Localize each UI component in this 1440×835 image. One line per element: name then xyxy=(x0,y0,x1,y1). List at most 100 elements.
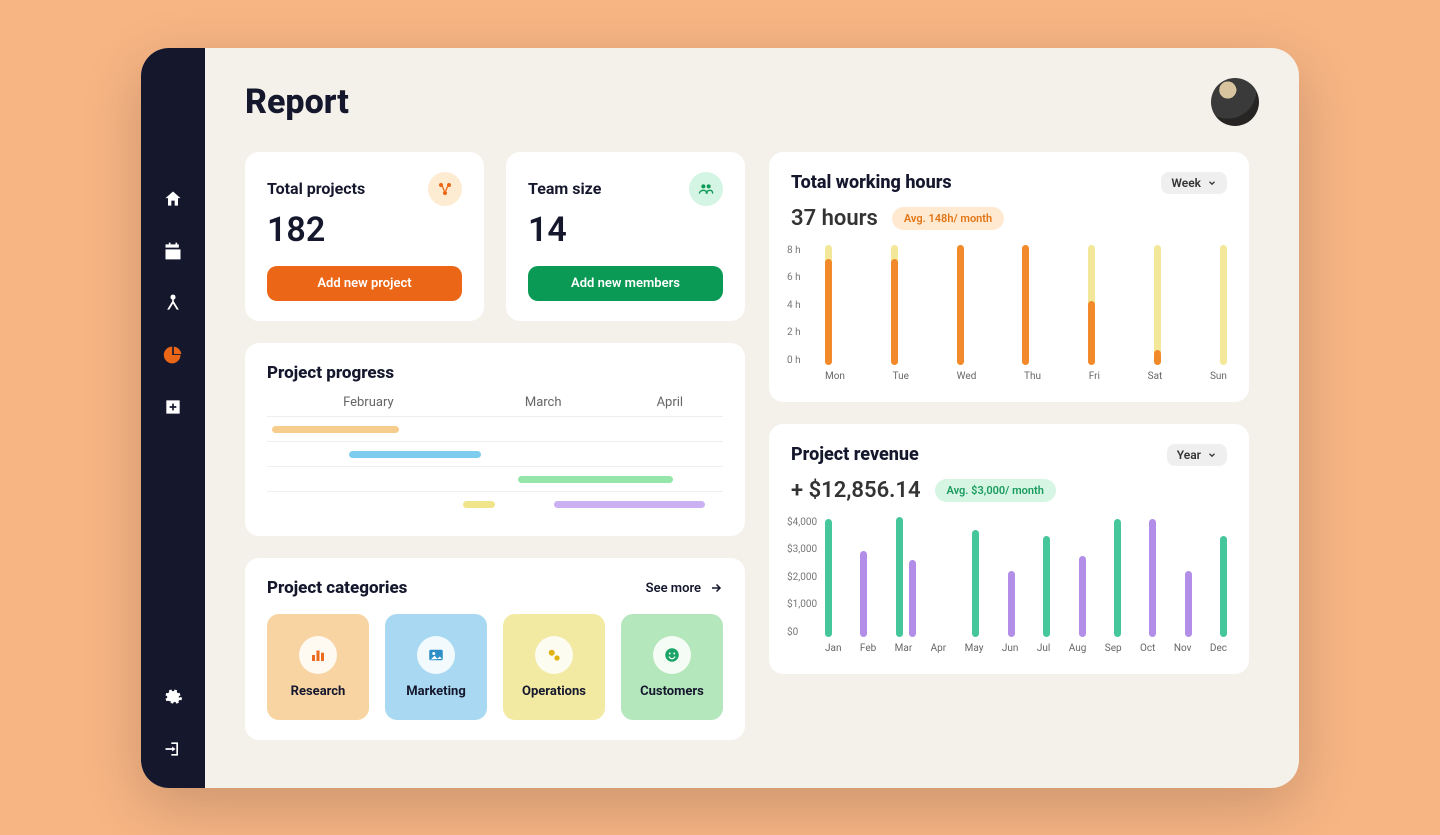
period-select-revenue[interactable]: Year xyxy=(1167,444,1227,466)
bar-column xyxy=(891,245,898,365)
chevron-down-icon xyxy=(1207,178,1217,188)
y-tick: 6 h xyxy=(787,272,801,283)
bar-column xyxy=(1154,245,1161,365)
bar xyxy=(1185,571,1192,637)
progress-month: April xyxy=(617,395,723,417)
x-tick: Apr xyxy=(931,643,947,654)
category-card[interactable]: Operations xyxy=(503,614,605,720)
card-title: Total working hours xyxy=(791,172,952,193)
chevron-down-icon xyxy=(1207,450,1217,460)
main: Report Total projects 182 Add new pro xyxy=(205,48,1299,788)
bar-group xyxy=(972,517,979,637)
x-tick: Nov xyxy=(1174,643,1192,654)
x-tick: May xyxy=(965,643,984,654)
y-tick: 8 h xyxy=(787,245,801,256)
bar xyxy=(1043,536,1050,636)
stat-label: Team size xyxy=(528,179,601,198)
x-tick: Aug xyxy=(1069,643,1087,654)
team-size-card: Team size 14 Add new members xyxy=(506,152,745,321)
x-tick: Fri xyxy=(1089,371,1100,382)
x-tick: Oct xyxy=(1140,643,1155,654)
x-tick: Thu xyxy=(1024,371,1041,382)
y-tick: $3,000 xyxy=(787,544,817,555)
bar-group xyxy=(1043,517,1050,637)
add-square-icon[interactable] xyxy=(162,396,184,418)
logout-icon[interactable] xyxy=(162,738,184,760)
topbar: Report xyxy=(245,78,1259,126)
hours-chart: 8 h6 h4 h2 h0 h MonTueWedThuFriSatSun xyxy=(791,245,1227,382)
bar xyxy=(1079,556,1086,637)
stats-row: Total projects 182 Add new project Team … xyxy=(245,152,745,321)
bar-group xyxy=(860,517,867,637)
network-icon xyxy=(428,172,462,206)
category-card[interactable]: Customers xyxy=(621,614,723,720)
stat-value: 182 xyxy=(267,210,462,250)
bar xyxy=(860,551,867,636)
x-tick: Sep xyxy=(1105,643,1122,654)
revenue-badge: Avg. $3,000/ month xyxy=(935,479,1056,502)
bar xyxy=(1114,519,1121,636)
add-members-button[interactable]: Add new members xyxy=(528,266,723,301)
category-label: Operations xyxy=(522,684,586,699)
bar-group xyxy=(1079,517,1086,637)
y-tick: $0 xyxy=(787,627,817,638)
x-tick: Feb xyxy=(860,643,876,654)
x-tick: Mon xyxy=(825,371,845,382)
x-tick: Jun xyxy=(1002,643,1019,654)
stat-label: Total projects xyxy=(267,179,365,198)
card-title: Project progress xyxy=(267,363,723,383)
y-tick: 2 h xyxy=(787,327,801,338)
category-card[interactable]: Research xyxy=(267,614,369,720)
calendar-icon[interactable] xyxy=(162,240,184,262)
bar-column xyxy=(825,245,832,365)
add-project-button[interactable]: Add new project xyxy=(267,266,462,301)
category-label: Marketing xyxy=(406,684,466,699)
hours-headline: 37 hours xyxy=(791,206,878,231)
bar-column xyxy=(957,245,964,365)
project-categories-card: Project categories See more ResearchMark… xyxy=(245,558,745,740)
working-hours-card: Total working hours Week 37 hours Avg. 1… xyxy=(769,152,1249,402)
revenue-headline: + $12,856.14 xyxy=(791,478,921,503)
bar-group xyxy=(1008,517,1015,637)
see-more-link[interactable]: See more xyxy=(646,581,723,596)
x-tick: Sat xyxy=(1148,371,1163,382)
image-icon xyxy=(417,636,455,674)
gantt-bar xyxy=(272,426,400,433)
bar-column xyxy=(1022,245,1029,365)
bar-group xyxy=(1114,517,1121,637)
avatar[interactable] xyxy=(1211,78,1259,126)
bar xyxy=(1220,536,1227,636)
gantt-bar xyxy=(554,501,704,508)
category-card[interactable]: Marketing xyxy=(385,614,487,720)
stat-value: 14 xyxy=(528,210,723,250)
bar-group xyxy=(1185,517,1192,637)
y-tick: 4 h xyxy=(787,300,801,311)
x-tick: Jan xyxy=(825,643,841,654)
x-tick: Tue xyxy=(893,371,909,382)
pie-chart-icon[interactable] xyxy=(162,344,184,366)
bar-column xyxy=(1220,245,1227,365)
hours-badge: Avg. 148h/ month xyxy=(892,207,1004,230)
period-select-hours[interactable]: Week xyxy=(1161,172,1227,194)
drafting-icon[interactable] xyxy=(162,292,184,314)
bar xyxy=(1008,571,1015,637)
home-icon[interactable] xyxy=(162,188,184,210)
x-tick: Mar xyxy=(895,643,913,654)
progress-month: March xyxy=(470,395,617,417)
arrow-right-icon xyxy=(709,582,723,594)
category-label: Research xyxy=(291,684,346,699)
app-shell: Report Total projects 182 Add new pro xyxy=(141,48,1299,788)
x-tick: Sun xyxy=(1210,371,1227,382)
select-value: Year xyxy=(1177,448,1201,462)
people-icon xyxy=(689,172,723,206)
card-title: Project revenue xyxy=(791,444,919,465)
bar-group xyxy=(1220,517,1227,637)
see-more-label: See more xyxy=(646,581,701,596)
smile-icon xyxy=(653,636,691,674)
bar xyxy=(1149,519,1156,636)
x-tick: Wed xyxy=(957,371,977,382)
gantt-bar xyxy=(463,501,495,508)
gear-icon[interactable] xyxy=(162,686,184,708)
bar xyxy=(825,519,832,636)
revenue-chart: $4,000$3,000$2,000$1,000$0 JanFebMarAprM… xyxy=(791,517,1227,654)
